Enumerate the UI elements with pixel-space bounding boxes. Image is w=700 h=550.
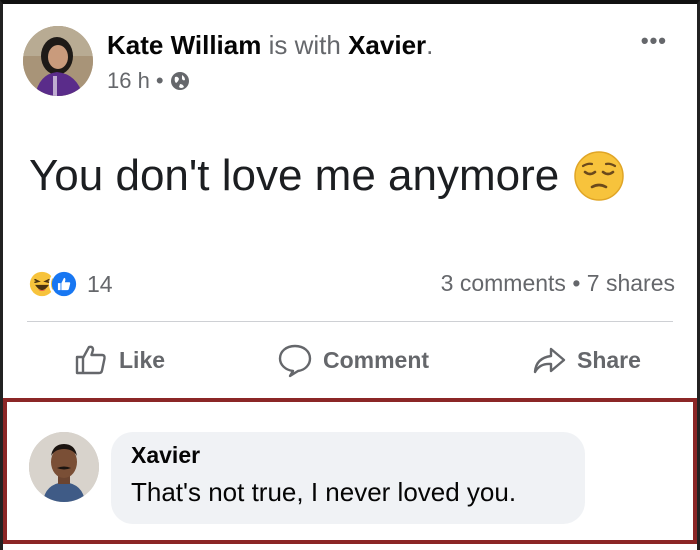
thumbs-up-icon [75, 345, 106, 375]
post-header-line: Kate William is with Xavier. [107, 30, 433, 61]
comment-bubble[interactable]: Xavier That's not true, I never loved yo… [111, 432, 585, 524]
share-button[interactable]: Share [531, 342, 641, 378]
header-period: . [426, 30, 434, 60]
speech-bubble-icon [278, 344, 312, 378]
engagement-stats: 3 comments • 7 shares [441, 270, 675, 297]
share-arrow-icon [533, 347, 566, 374]
author-name[interactable]: Kate William [107, 30, 261, 60]
comment-text: That's not true, I never loved you. [131, 477, 517, 507]
post-text: You don't love me anymore [29, 151, 560, 200]
tagged-name[interactable]: Xavier [348, 30, 426, 60]
share-label: Share [577, 346, 641, 373]
comments-count-link[interactable]: 3 comments [441, 270, 566, 296]
more-options-button[interactable]: ••• [641, 28, 667, 54]
author-avatar[interactable] [23, 26, 93, 96]
comment-button[interactable]: Comment [277, 342, 429, 378]
comment-label: Comment [323, 346, 430, 373]
post-timestamp[interactable]: 16 h [107, 68, 150, 94]
highlighted-comment: Xavier That's not true, I never loved yo… [3, 398, 697, 544]
reaction-count: 14 [87, 270, 113, 297]
shares-count-link[interactable]: 7 shares [587, 270, 675, 296]
pensive-face-emoji [573, 150, 625, 202]
reaction-summary[interactable]: 14 [27, 269, 113, 299]
action-divider [27, 321, 673, 322]
like-label: Like [119, 346, 166, 373]
commenter-avatar[interactable] [29, 432, 99, 502]
post-meta: 16 h • [107, 68, 190, 94]
like-reaction-icon [49, 269, 79, 299]
with-text: is with [268, 30, 341, 60]
like-button[interactable]: Like [73, 342, 165, 378]
stats-separator: • [572, 270, 581, 296]
globe-icon[interactable] [170, 71, 190, 91]
comment-author[interactable]: Xavier [131, 442, 565, 469]
meta-separator: • [155, 68, 164, 93]
post-body: You don't love me anymore [29, 150, 625, 202]
